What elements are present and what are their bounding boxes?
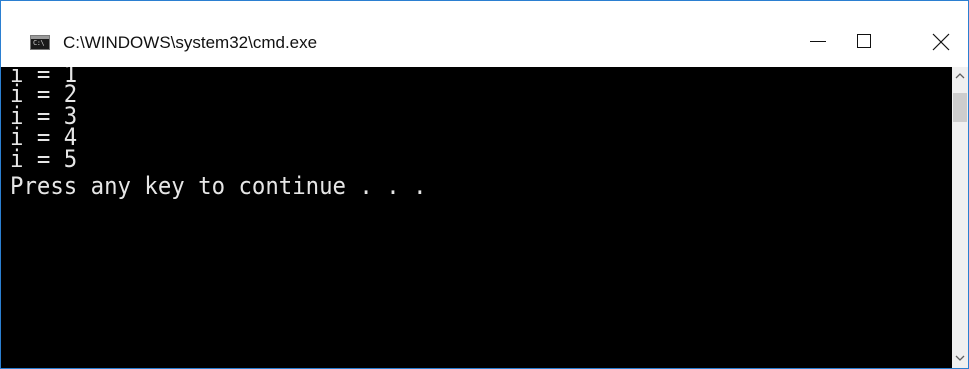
chevron-up-icon — [955, 73, 965, 79]
minimize-icon — [810, 41, 826, 42]
console-line: i = 5 — [10, 145, 78, 173]
scroll-thumb[interactable] — [953, 93, 967, 122]
cmd-window: C:\ C:\WINDOWS\system32\cmd.exe i = 1 i … — [0, 0, 969, 369]
vertical-scrollbar[interactable] — [952, 67, 968, 368]
close-icon — [932, 33, 950, 51]
window-title: C:\WINDOWS\system32\cmd.exe — [63, 33, 318, 52]
console-prompt-line: Press any key to continue . . . — [10, 172, 427, 200]
close-button[interactable] — [914, 19, 968, 65]
scroll-down-button[interactable] — [952, 350, 968, 367]
cmd-icon-text: C:\ — [33, 39, 45, 47]
title-bar[interactable]: C:\ C:\WINDOWS\system32\cmd.exe — [1, 1, 968, 67]
cmd-icon[interactable]: C:\ — [30, 35, 50, 50]
console-output[interactable]: i = 1 i = 2 i = 3 i = 4 i = 5 Press any … — [1, 67, 952, 368]
maximize-button[interactable] — [843, 19, 889, 65]
maximize-icon — [857, 34, 871, 48]
minimize-button[interactable] — [797, 19, 843, 65]
scroll-up-button[interactable] — [952, 67, 968, 84]
chevron-down-icon — [955, 355, 965, 361]
